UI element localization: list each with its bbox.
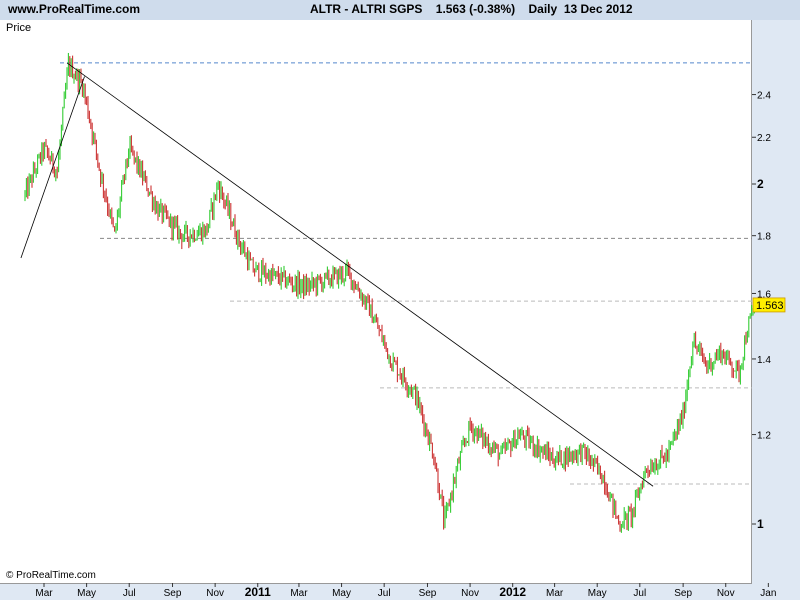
x-tick-label: Jul — [633, 588, 646, 599]
trendline — [66, 62, 654, 487]
trendline — [20, 76, 85, 259]
x-tick-label: Sep — [419, 588, 437, 599]
y-tick-label: 1.2 — [757, 431, 771, 442]
y-tick-label: 2 — [757, 177, 764, 191]
x-tick-label: Sep — [164, 588, 182, 599]
x-tick-label: Jul — [123, 588, 136, 599]
x-tick-label: May — [77, 588, 96, 599]
y-tick-label: 1.8 — [757, 232, 771, 243]
x-tick-label: Mar — [35, 588, 53, 599]
x-tick-label: Mar — [546, 588, 564, 599]
x-tick-label: Nov — [206, 588, 224, 599]
x-tick-label: 2012 — [499, 585, 526, 599]
last-price-label: 1.563 — [756, 300, 784, 312]
x-tick-label: 2011 — [245, 585, 271, 599]
price-chart[interactable]: Mar May Jul Sep Nov 2011 Mar May Jul Sep Nov 2012 Ma… — [0, 0, 800, 600]
x-tick-label: May — [332, 588, 351, 599]
x-tick-label: Jul — [378, 588, 391, 599]
y-tick-label: 2.4 — [757, 91, 771, 102]
y-tick-label: 1.4 — [757, 355, 771, 366]
x-tick-label: Nov — [461, 588, 479, 599]
x-tick-label: Jan — [760, 588, 776, 599]
x-tick-label: Sep — [674, 588, 692, 599]
x-tick-label: Nov — [717, 588, 735, 599]
x-tick-label: May — [588, 588, 607, 599]
y-tick-label: 2.2 — [757, 133, 771, 144]
y-tick-label: 1 — [757, 517, 764, 531]
x-tick-label: Mar — [290, 588, 308, 599]
